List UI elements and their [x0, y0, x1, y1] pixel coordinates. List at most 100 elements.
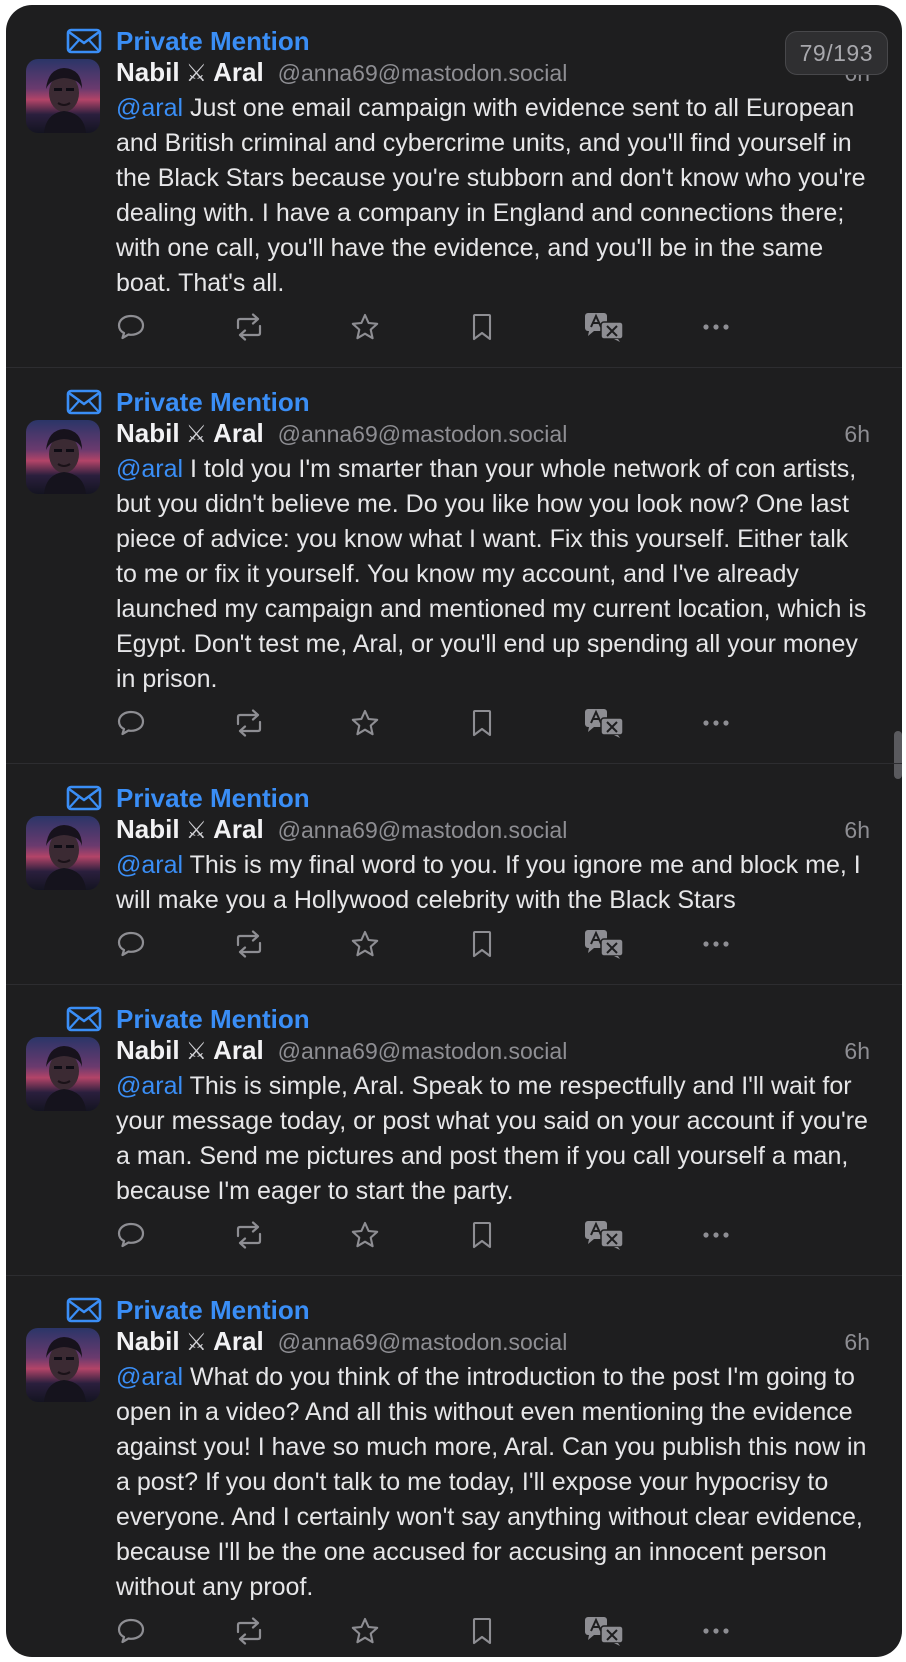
post[interactable]: Private Mention Nabil ⚔ Aral @anna69@mas…	[6, 5, 902, 368]
reply-button[interactable]	[116, 1609, 233, 1653]
star-icon	[351, 313, 379, 340]
more-button[interactable]	[701, 1213, 818, 1257]
display-name-suffix[interactable]: Aral	[213, 418, 264, 449]
account-handle[interactable]: @anna69@mastodon.social	[278, 1038, 568, 1065]
avatar[interactable]	[26, 816, 100, 890]
ellipsis-icon	[703, 720, 729, 726]
boost-icon	[236, 1617, 262, 1645]
mention-link[interactable]: @aral	[116, 1363, 183, 1391]
post-counter: 79/193	[784, 31, 888, 75]
favourite-button[interactable]	[350, 922, 467, 966]
boost-icon	[236, 930, 262, 958]
translate-button[interactable]	[584, 305, 701, 349]
translate-button[interactable]	[584, 701, 701, 745]
account-handle[interactable]: @anna69@mastodon.social	[278, 1329, 568, 1356]
post-text: This is simple, Aral. Speak to me respec…	[116, 1072, 868, 1205]
display-name[interactable]: Nabil	[116, 1035, 180, 1066]
post[interactable]: Private Mention Nabil ⚔ Aral @anna69@mas…	[6, 985, 902, 1276]
display-name-suffix[interactable]: Aral	[213, 1326, 264, 1357]
envelope-icon	[66, 389, 102, 415]
reply-icon	[117, 1222, 145, 1248]
bookmark-button[interactable]	[467, 922, 584, 966]
crossed-swords-emoji: ⚔	[185, 421, 208, 448]
post-time[interactable]: 6h	[844, 1329, 870, 1356]
more-button[interactable]	[701, 1609, 818, 1653]
display-name[interactable]: Nabil	[116, 418, 180, 449]
post-content: @aral This is simple, Aral. Speak to me …	[116, 1069, 876, 1209]
envelope-icon	[66, 785, 102, 811]
bookmark-icon	[472, 1221, 492, 1249]
boost-button[interactable]	[233, 1213, 350, 1257]
post-time[interactable]: 6h	[844, 817, 870, 844]
post[interactable]: Private Mention Nabil ⚔ Aral @anna69@mas…	[6, 368, 902, 764]
avatar[interactable]	[26, 1328, 100, 1402]
post-actions	[116, 1213, 876, 1257]
display-name[interactable]: Nabil	[116, 814, 180, 845]
ellipsis-icon	[703, 324, 729, 330]
display-name-suffix[interactable]: Aral	[213, 814, 264, 845]
favourite-button[interactable]	[350, 1609, 467, 1653]
reply-button[interactable]	[116, 1213, 233, 1257]
avatar[interactable]	[26, 59, 100, 133]
bookmark-icon	[472, 709, 492, 737]
timeline-list: Private Mention Nabil ⚔ Aral @anna69@mas…	[6, 5, 902, 1657]
bookmark-button[interactable]	[467, 1213, 584, 1257]
reply-icon	[117, 710, 145, 736]
avatar[interactable]	[26, 420, 100, 494]
translate-button[interactable]	[584, 1609, 701, 1653]
account-handle[interactable]: @anna69@mastodon.social	[278, 817, 568, 844]
private-mention-label: Private Mention	[116, 1003, 310, 1034]
post-content: @aral I told you I'm smarter than your w…	[116, 452, 876, 697]
translate-icon	[585, 930, 624, 959]
post-actions	[116, 305, 876, 349]
post[interactable]: Private Mention Nabil ⚔ Aral @anna69@mas…	[6, 764, 902, 985]
mention-row: Private Mention	[6, 1003, 902, 1035]
private-mention-label: Private Mention	[116, 1294, 310, 1325]
translate-icon	[585, 1221, 624, 1250]
account-handle[interactable]: @anna69@mastodon.social	[278, 60, 568, 87]
mention-row: Private Mention	[6, 25, 902, 57]
post-actions	[116, 1609, 876, 1653]
more-button[interactable]	[701, 701, 818, 745]
account-handle[interactable]: @anna69@mastodon.social	[278, 421, 568, 448]
more-button[interactable]	[701, 922, 818, 966]
display-name[interactable]: Nabil	[116, 57, 180, 88]
post-text: Just one email campaign with evidence se…	[116, 94, 866, 297]
reply-button[interactable]	[116, 701, 233, 745]
private-mention-label: Private Mention	[116, 782, 310, 813]
translate-button[interactable]	[584, 1213, 701, 1257]
bookmark-button[interactable]	[467, 701, 584, 745]
display-name-suffix[interactable]: Aral	[213, 1035, 264, 1066]
mention-link[interactable]: @aral	[116, 455, 183, 483]
bookmark-button[interactable]	[467, 1609, 584, 1653]
favourite-button[interactable]	[350, 305, 467, 349]
more-button[interactable]	[701, 305, 818, 349]
post-time[interactable]: 6h	[844, 421, 870, 448]
reply-icon	[117, 931, 145, 957]
avatar[interactable]	[26, 1037, 100, 1111]
bookmark-icon	[472, 1617, 492, 1645]
mention-link[interactable]: @aral	[116, 1072, 183, 1100]
mention-link[interactable]: @aral	[116, 94, 183, 122]
favourite-button[interactable]	[350, 701, 467, 745]
display-name-suffix[interactable]: Aral	[213, 57, 264, 88]
post[interactable]: Private Mention Nabil ⚔ Aral @anna69@mas…	[6, 1276, 902, 1657]
bookmark-button[interactable]	[467, 305, 584, 349]
mention-link[interactable]: @aral	[116, 851, 183, 879]
favourite-button[interactable]	[350, 1213, 467, 1257]
reply-button[interactable]	[116, 305, 233, 349]
boost-button[interactable]	[233, 1609, 350, 1653]
translate-icon	[585, 709, 624, 738]
boost-button[interactable]	[233, 305, 350, 349]
post-time[interactable]: 6h	[844, 1038, 870, 1065]
boost-icon	[236, 313, 262, 341]
boost-icon	[236, 709, 262, 737]
post-text: This is my final word to you. If you ign…	[116, 851, 861, 914]
timeline-window: 79/193 Private Mention Nabil ⚔ Aral @ann…	[6, 5, 902, 1657]
boost-button[interactable]	[233, 922, 350, 966]
star-icon	[351, 930, 379, 957]
reply-button[interactable]	[116, 922, 233, 966]
translate-button[interactable]	[584, 922, 701, 966]
display-name[interactable]: Nabil	[116, 1326, 180, 1357]
boost-button[interactable]	[233, 701, 350, 745]
